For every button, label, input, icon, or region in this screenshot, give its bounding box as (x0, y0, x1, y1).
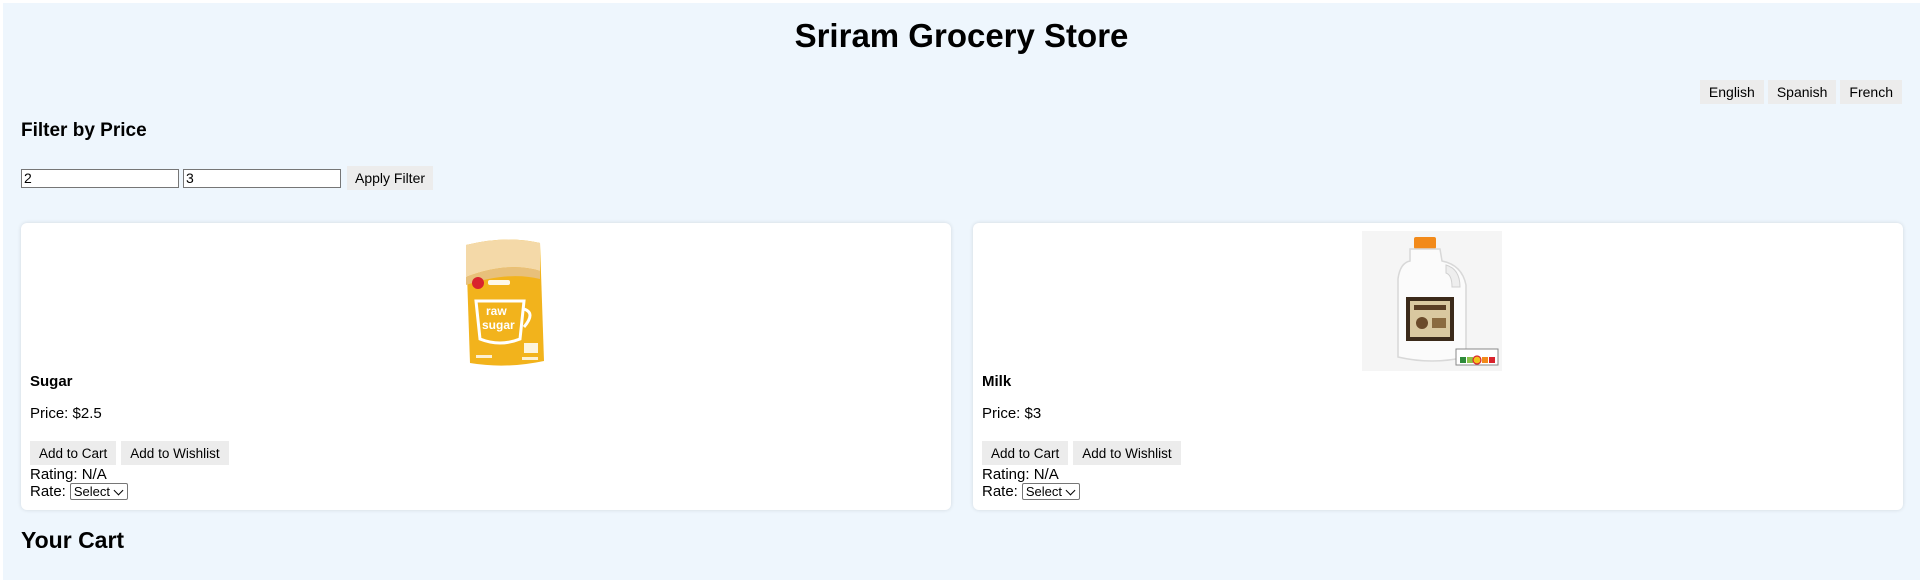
rate-control: Rate: Select (30, 483, 128, 500)
milk-product-image (1362, 231, 1502, 371)
language-english-button[interactable]: English (1699, 80, 1764, 104)
min-price-input[interactable] (21, 168, 179, 188)
product-name: Milk (982, 373, 1012, 390)
sugar-product-image: raw sugar (466, 239, 544, 366)
chevron-down-icon (1065, 485, 1076, 495)
product-price: Price: $2.5 (30, 405, 102, 422)
apply-filter-button[interactable]: Apply Filter (347, 166, 434, 190)
max-price-input[interactable] (183, 168, 341, 188)
rate-label: Rate: (982, 483, 1018, 500)
price-filter: Apply Filter (21, 166, 434, 190)
add-to-wishlist-button[interactable]: Add to Wishlist (1073, 441, 1181, 465)
product-card-sugar: raw sugar Sugar Price: $2.5 Add to Cart … (21, 223, 951, 510)
product-rating: Rating: N/A (30, 466, 107, 483)
sugar-pack-text-raw: raw (486, 304, 507, 318)
language-spanish-button[interactable]: Spanish (1767, 80, 1837, 104)
language-french-button[interactable]: French (1840, 80, 1902, 104)
language-switcher: English Spanish French (1699, 80, 1902, 104)
page-title: Sriram Grocery Store (794, 17, 1129, 54)
product-actions: Add to Cart Add to Wishlist (982, 441, 1181, 465)
sugar-pack-text-sugar: sugar (482, 318, 515, 332)
product-rating: Rating: N/A (982, 466, 1059, 483)
rate-label: Rate: (30, 483, 66, 500)
product-price: Price: $3 (982, 405, 1042, 422)
product-card-milk: Milk Price: $3 Add to Cart Add to Wishli… (973, 223, 1903, 510)
rate-select-value: Select (73, 484, 110, 499)
page: Sriram Grocery Store English Spanish Fre… (3, 3, 1920, 580)
chevron-down-icon (113, 485, 124, 495)
product-name: Sugar (30, 373, 73, 390)
product-actions: Add to Cart Add to Wishlist (30, 441, 229, 465)
add-to-cart-button[interactable]: Add to Cart (982, 441, 1069, 465)
rate-select[interactable]: Select (69, 483, 128, 500)
rate-control: Rate: Select (982, 483, 1080, 500)
add-to-cart-button[interactable]: Add to Cart (30, 441, 117, 465)
add-to-wishlist-button[interactable]: Add to Wishlist (121, 441, 229, 465)
cart-heading: Your Cart (21, 527, 125, 553)
rate-select[interactable]: Select (1021, 483, 1080, 500)
rate-select-value: Select (1025, 484, 1062, 499)
filter-heading: Filter by Price (21, 120, 147, 141)
